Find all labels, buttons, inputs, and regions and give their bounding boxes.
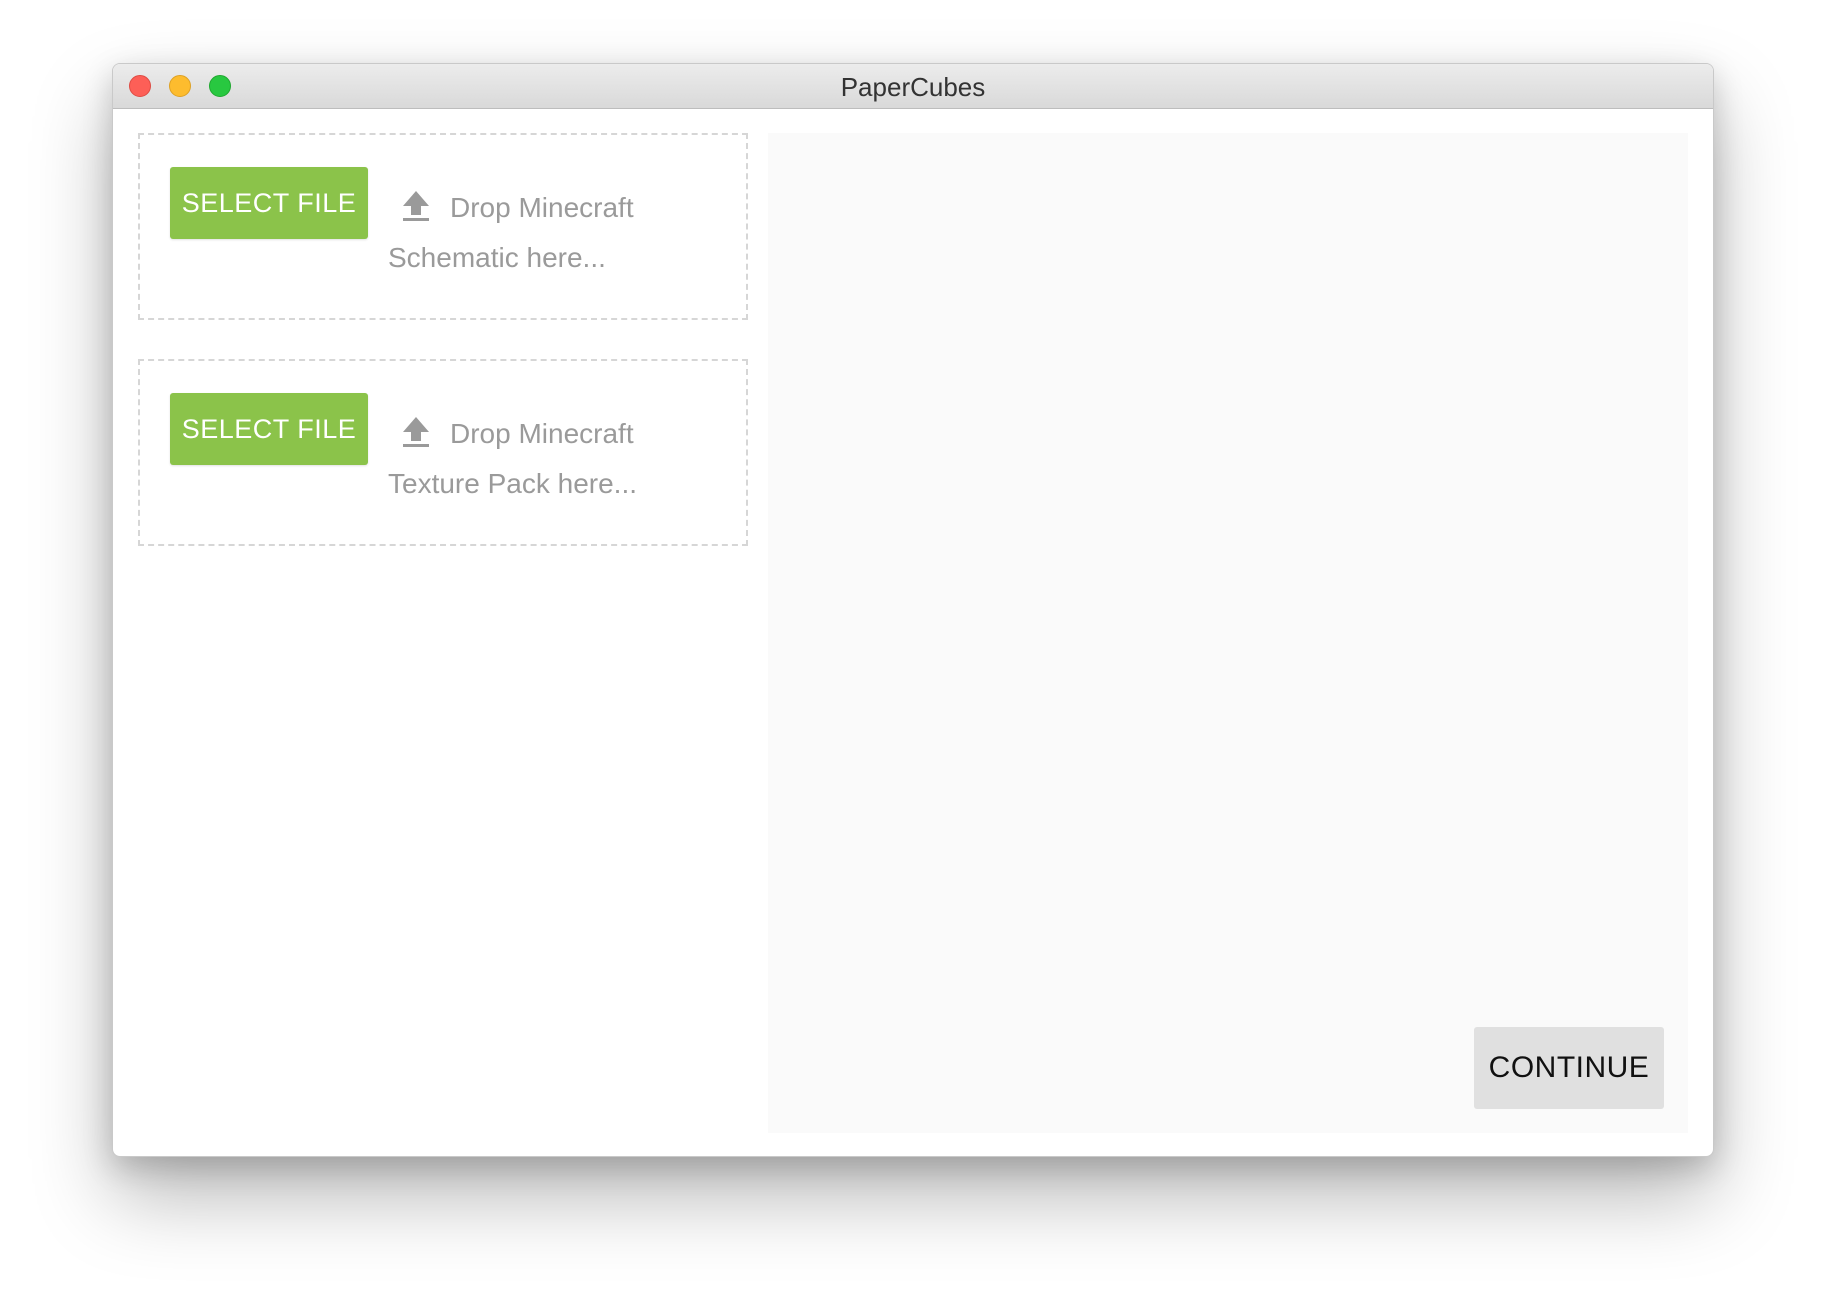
schematic-drop-text: Drop Minecraft Schematic here... (388, 183, 700, 283)
texture-pack-dropzone[interactable]: SELECT FILE Drop Minecraft Texture Pack … (138, 359, 748, 546)
title-bar: PaperCubes (113, 64, 1713, 109)
schematic-drop-line2: Schematic here... (388, 242, 606, 273)
app-window: PaperCubes SELECT FILE Drop Minecraft Sc… (112, 63, 1714, 1157)
upload-icon (403, 190, 429, 221)
texture-pack-drop-line1-text: Drop Minecraft (450, 418, 634, 449)
select-schematic-file-button[interactable]: SELECT FILE (170, 167, 368, 239)
window-content: SELECT FILE Drop Minecraft Schematic her… (113, 109, 1713, 1156)
select-texture-pack-file-button[interactable]: SELECT FILE (170, 393, 368, 465)
texture-pack-drop-text: Drop Minecraft Texture Pack here... (388, 409, 700, 509)
schematic-dropzone[interactable]: SELECT FILE Drop Minecraft Schematic her… (138, 133, 748, 320)
preview-panel: CONTINUE (768, 133, 1688, 1133)
schematic-drop-line1: Drop Minecraft (400, 183, 700, 233)
continue-button[interactable]: CONTINUE (1474, 1027, 1664, 1109)
schematic-drop-line1-text: Drop Minecraft (450, 192, 634, 223)
window-title: PaperCubes (840, 72, 986, 102)
texture-pack-drop-line1: Drop Minecraft (400, 409, 700, 459)
upload-icon (403, 416, 429, 447)
texture-pack-drop-line2: Texture Pack here... (388, 468, 638, 499)
